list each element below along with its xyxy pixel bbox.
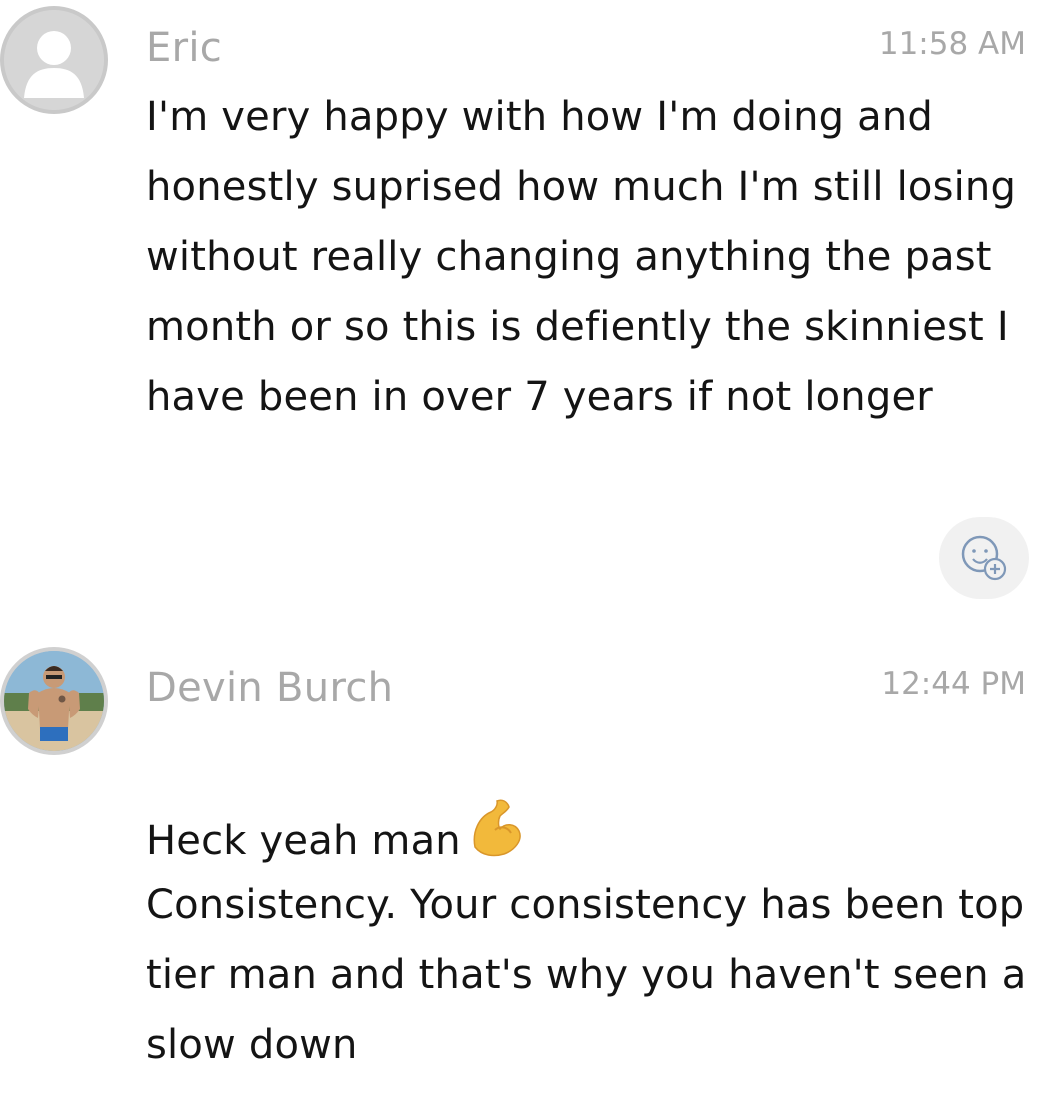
message-timestamp: 12:44 PM xyxy=(881,666,1026,702)
message-text-line: Heck yeah man xyxy=(146,818,461,864)
message-first-line: Heck yeah man xyxy=(146,728,1036,882)
message-text: Consistency. Your consistency has been t… xyxy=(146,882,1027,1068)
add-reaction-button[interactable] xyxy=(939,517,1029,599)
message-timestamp: 11:58 AM xyxy=(878,26,1026,62)
message-text: I'm very happy with how I'm doing and ho… xyxy=(146,94,1017,420)
avatar[interactable] xyxy=(0,6,108,114)
profile-photo-icon xyxy=(4,651,104,751)
avatar[interactable] xyxy=(0,647,108,755)
default-person-icon xyxy=(4,10,104,110)
sender-name: Devin Burch xyxy=(146,665,394,711)
message-devin-burch: Devin Burch 12:44 PM Heck yeah man Consi… xyxy=(0,640,1060,1098)
message-eric: Eric 11:58 AM I'm very happy with how I'… xyxy=(0,0,1060,610)
sender-name: Eric xyxy=(146,25,223,71)
add-reaction-icon xyxy=(961,535,1007,581)
